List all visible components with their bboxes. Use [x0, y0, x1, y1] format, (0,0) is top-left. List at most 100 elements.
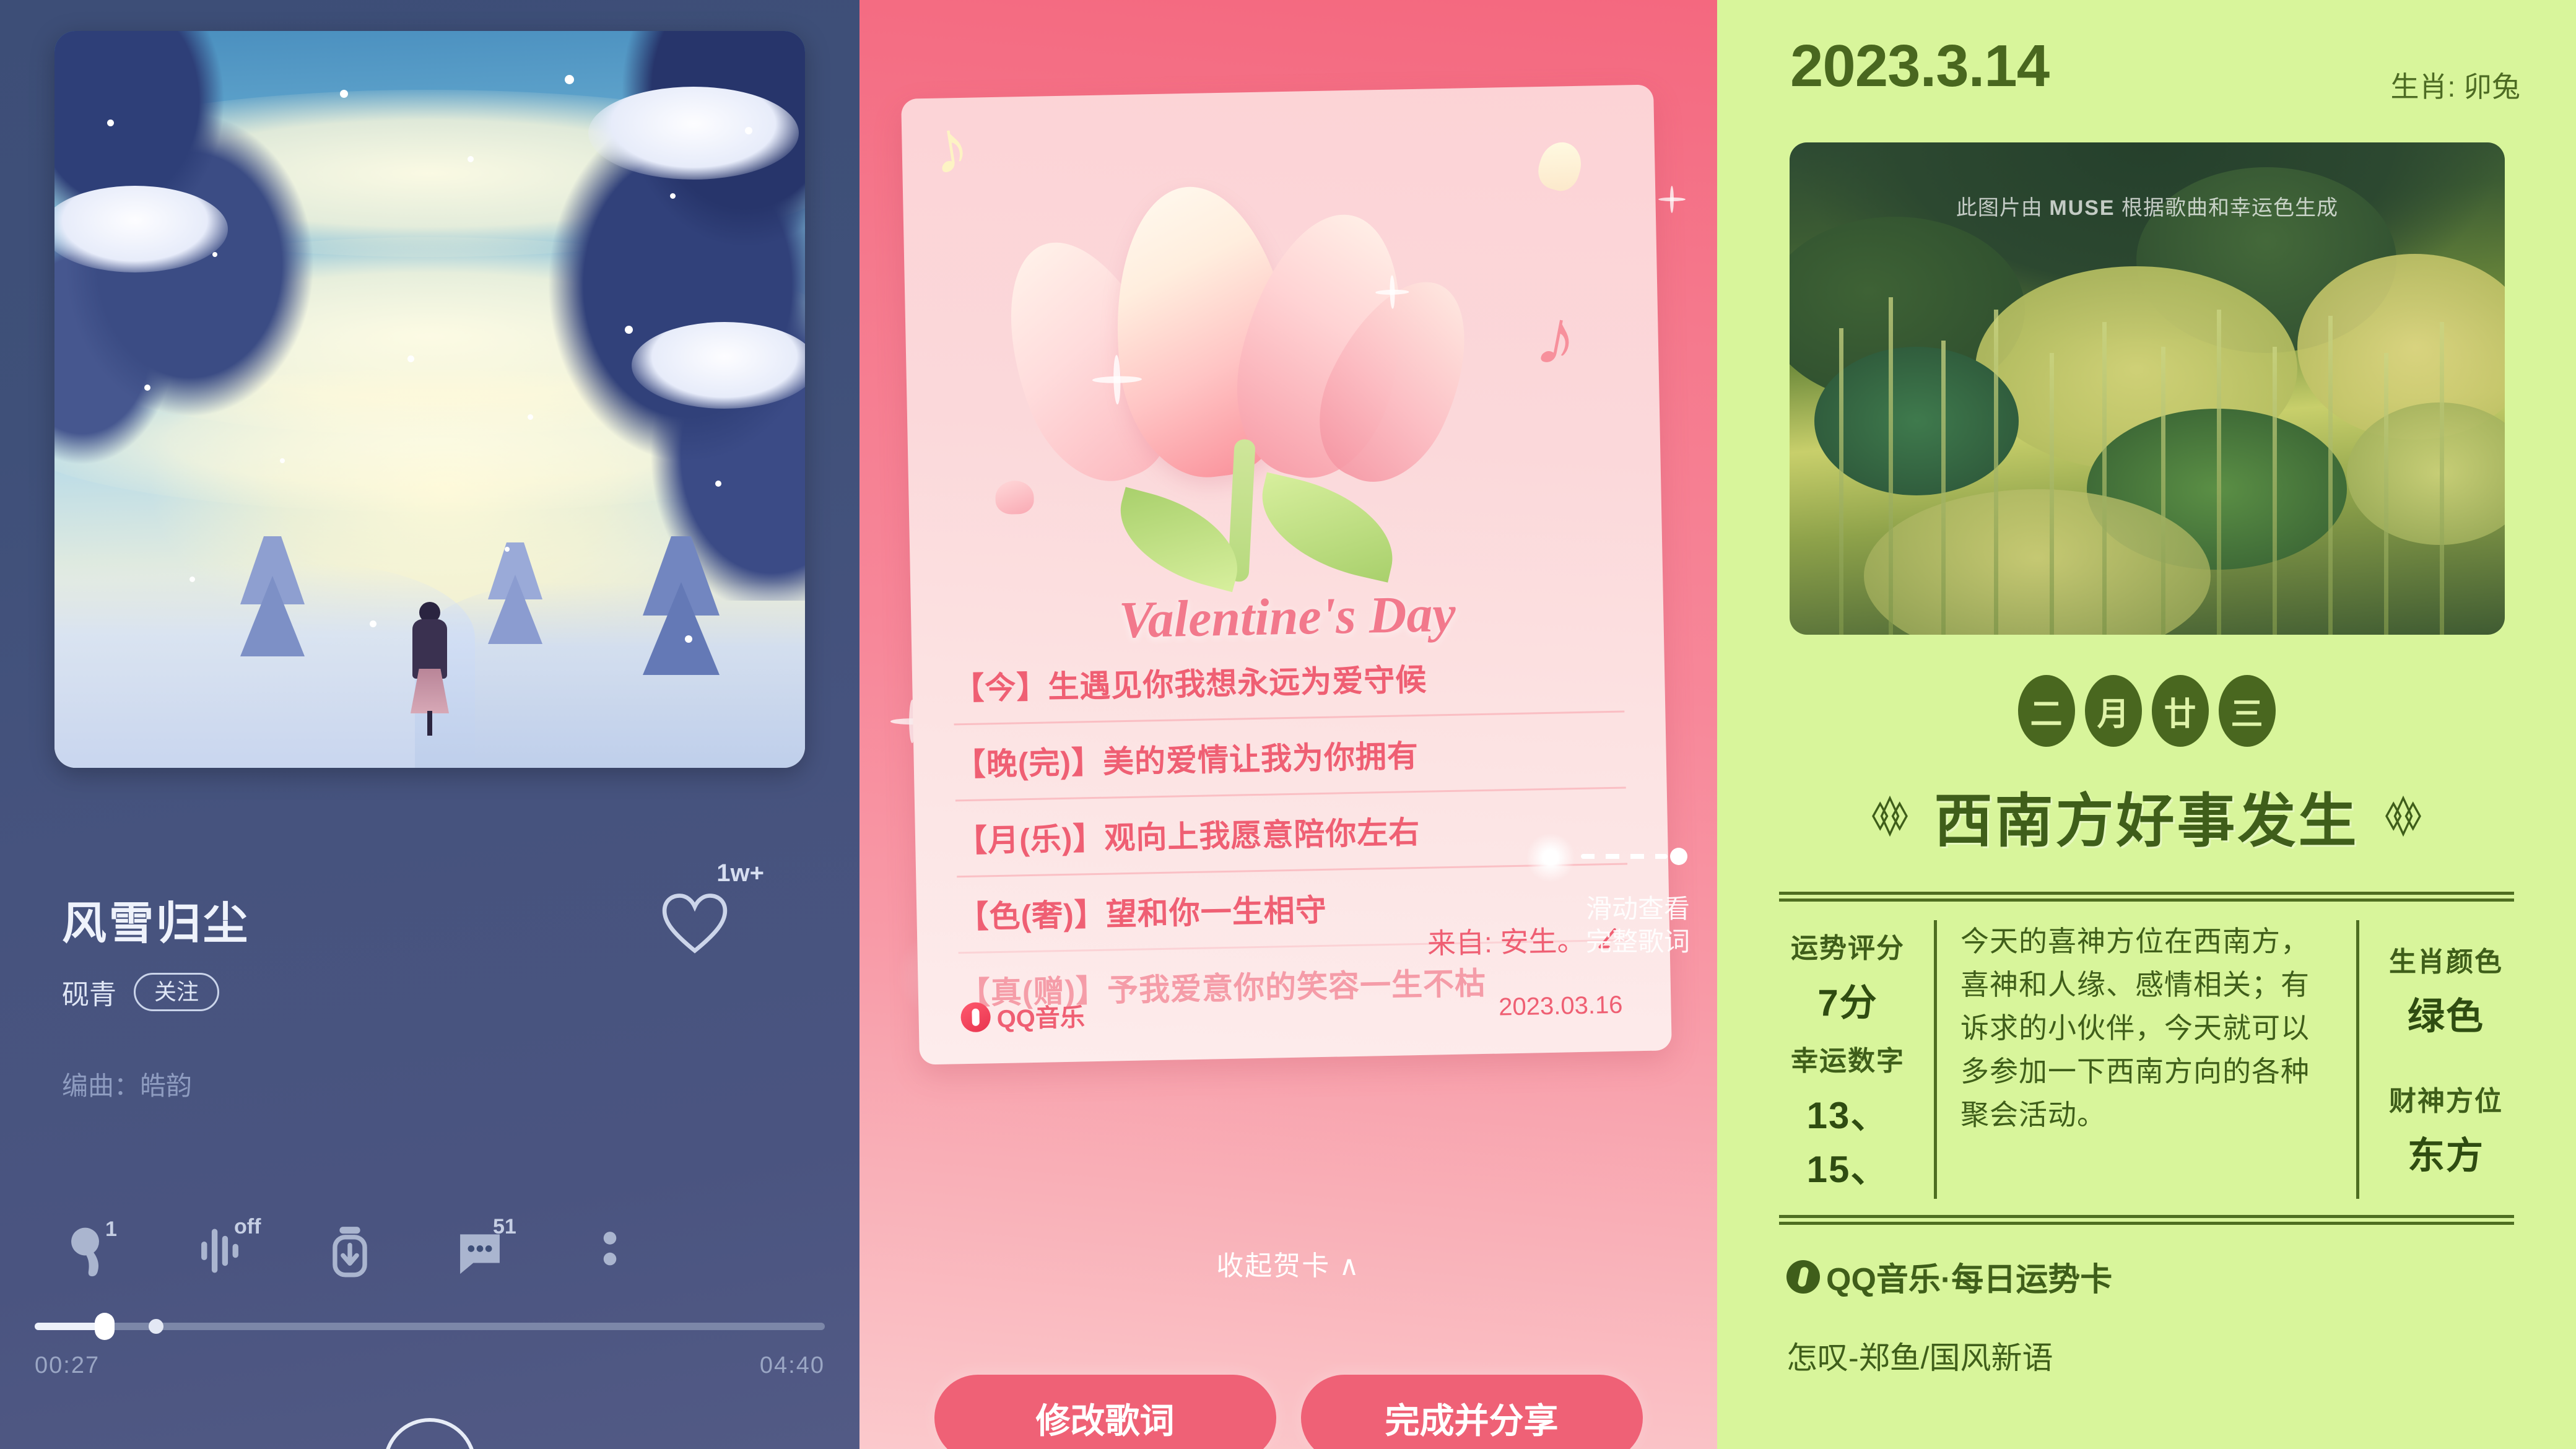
progress-bar[interactable] [35, 1313, 825, 1340]
scroll-hint-dashes [1581, 854, 1668, 859]
card-action-bar: 修改歌词 完成并分享 [859, 1375, 1717, 1449]
finish-and-share-button[interactable]: 完成并分享 [1300, 1375, 1643, 1449]
fortune-brand: QQ音乐·每日运势卡 [1786, 1253, 2112, 1300]
music-note-icon: ♪ [1529, 289, 1586, 386]
fortune-body-text: 今天的喜神方位在西南方，喜神和人缘、感情相关；有诉求的小伙伴，今天就可以多参加一… [1960, 925, 2310, 1131]
fortune-slogan-row: 西南方好事发生 [1717, 774, 2576, 858]
fortune-date: 2023.3.14 [1790, 33, 2050, 99]
singer-badge: 1 [105, 1217, 117, 1241]
lyric-line: 【晚(完)】美的爱情让我为你拥有 [954, 710, 1626, 800]
lucky-number-label: 幸运数字 [1791, 1045, 1905, 1076]
wealth-direction-label: 财神方位 [2389, 1086, 2503, 1116]
fortune-slogan: 西南方好事发生 [1934, 788, 2359, 853]
album-artwork[interactable] [54, 31, 805, 768]
fortune-zodiac: 生肖: 卯兔 [2390, 71, 2520, 103]
artwork-generation-caption: 此图片由 MUSE 根据歌曲和幸运色生成 [1790, 191, 2505, 221]
divider-bottom [1779, 1215, 2514, 1225]
equalizer-button[interactable]: off [155, 1214, 285, 1288]
more-button[interactable] [545, 1214, 675, 1288]
more-icon [603, 1232, 617, 1266]
lunar-char: 三 [2218, 675, 2276, 747]
score-block: 运势评分 7分 [1779, 926, 1917, 1027]
qq-music-brand-label: QQ音乐 [996, 1004, 1086, 1033]
lucky-number-block: 幸运数字 13、15、 [1779, 1038, 1917, 1193]
music-player-panel: 风雪归尘 1w+ 砚青 关注 编曲：皓韵 1 off 51 00:27 04:4… [0, 0, 859, 1449]
muse-brand-label: MUSE [2049, 196, 2115, 220]
scroll-hint-enddot [1670, 848, 1687, 865]
caption-suffix: 根据歌曲和幸运色生成 [2115, 196, 2339, 220]
download-icon [333, 1227, 367, 1277]
qq-music-logo-icon [960, 1002, 991, 1033]
sparkle-icon [1092, 354, 1142, 405]
fortune-detail-grid: 运势评分 7分 幸运数字 13、15、 今天的喜神方位在西南方，喜神和人缘、感情… [1779, 920, 2514, 1199]
heart-icon [662, 894, 728, 954]
lucky-number-value: 13、15、 [1806, 1094, 1889, 1190]
snow-ground-right [414, 582, 805, 768]
card-signature-text: 来自: 安生。 [1427, 924, 1586, 960]
collapse-card-button[interactable]: 收起贺卡 ∧ [859, 1243, 1717, 1283]
qq-music-logo-icon [1786, 1260, 1820, 1294]
score-value: 7分 [1817, 982, 1878, 1024]
conifer-tree [643, 536, 720, 675]
caption-prefix: 此图片由 [1956, 196, 2050, 220]
fortune-artwork[interactable]: 此图片由 MUSE 根据歌曲和幸运色生成 [1790, 142, 2505, 635]
scroll-hint-text: 滑动查看 完整歌词 [1570, 893, 1706, 958]
scroll-hint-line-2: 完整歌词 [1585, 926, 1690, 956]
lunar-char: 廿 [2151, 675, 2209, 747]
follow-button[interactable]: 关注 [134, 973, 220, 1011]
daily-fortune-panel: 2023.3.14 生肖: 卯兔 此图片由 MUSE 根据歌曲和幸运色生成 二 … [1717, 0, 2576, 1449]
card-illustration: ♪ ♪ [901, 84, 1663, 612]
arranger-credit: 编曲：皓韵 [62, 1071, 193, 1100]
singer-button[interactable]: 1 [25, 1214, 155, 1288]
fortune-body-column: 今天的喜神方位在西南方，喜神和人缘、感情相关；有诉求的小伙伴，今天就可以多参加一… [1934, 920, 2359, 1199]
total-time: 04:40 [759, 1352, 825, 1378]
like-button[interactable]: 1w+ [660, 859, 765, 955]
comment-count-badge: 51 [493, 1215, 516, 1238]
playback-progress[interactable]: 00:27 04:40 [35, 1313, 825, 1379]
diamond-ornament-icon [1872, 795, 1908, 837]
character-figure [411, 602, 449, 736]
petal-deco [1533, 137, 1587, 196]
download-button[interactable] [285, 1214, 415, 1288]
equalizer-badge: off [234, 1215, 261, 1238]
artist-row: 砚青 关注 [62, 972, 220, 1012]
play-button[interactable] [383, 1418, 476, 1449]
greeting-card[interactable]: ♪ ♪ Valentine's Day 【今】生遇见你我想永远为爱守候 【晚(完… [901, 84, 1672, 1065]
conifer-tree [488, 542, 542, 644]
fortune-left-column: 运势评分 7分 幸运数字 13、15、 [1779, 920, 1934, 1199]
lunar-char: 月 [2084, 675, 2142, 747]
music-note-icon: ♪ [925, 103, 975, 191]
greeting-card-panel: ♪ ♪ Valentine's Day 【今】生遇见你我想永远为爱守候 【晚(完… [859, 0, 1717, 1449]
fortune-brand-label: QQ音乐·每日运势卡 [1826, 1262, 2113, 1298]
time-row: 00:27 04:40 [35, 1352, 825, 1379]
artist-name[interactable]: 砚青 [62, 972, 116, 1012]
edit-lyrics-button[interactable]: 修改歌词 [934, 1375, 1276, 1449]
sparkle-icon [1658, 186, 1686, 213]
zodiac-color-label: 生肖颜色 [2389, 947, 2503, 977]
card-date: 2023.03.16 [1498, 991, 1623, 1021]
tulip-leaf [1248, 472, 1406, 583]
diamond-ornament-icon [2385, 795, 2421, 837]
wealth-direction-value: 东方 [2408, 1135, 2484, 1177]
song-title: 风雪归尘 [62, 899, 251, 949]
zodiac-color-value: 绿色 [2408, 996, 2484, 1037]
snow-cap [632, 322, 805, 409]
scroll-hint-glow [1516, 824, 1585, 892]
wealth-direction-block: 财神方位 东方 [2378, 1079, 2514, 1180]
divider-top [1779, 892, 2514, 902]
petal-deco [995, 480, 1035, 515]
progress-thumb[interactable] [94, 1313, 115, 1340]
lunar-char: 二 [2017, 675, 2075, 747]
fortune-footer: QQ音乐·每日运势卡 怎叹-郑鱼/国风新语 [1786, 1253, 2112, 1378]
conifer-tree [240, 536, 305, 656]
qq-music-brand: QQ音乐 [960, 997, 1085, 1035]
like-count: 1w+ [716, 859, 764, 887]
lyric-line: 【今】生遇见你我想永远为爱守候 [952, 662, 1427, 707]
sparkle-icon [1375, 275, 1409, 309]
lunar-date-badges: 二 月 廿 三 [1717, 675, 2576, 747]
zodiac-color-block: 生肖颜色 绿色 [2378, 939, 2514, 1040]
progress-marker [148, 1319, 163, 1334]
fortune-song: 怎叹-郑鱼/国风新语 [1786, 1341, 2053, 1375]
comment-button[interactable]: 51 [415, 1214, 545, 1288]
score-label: 运势评分 [1791, 933, 1905, 964]
